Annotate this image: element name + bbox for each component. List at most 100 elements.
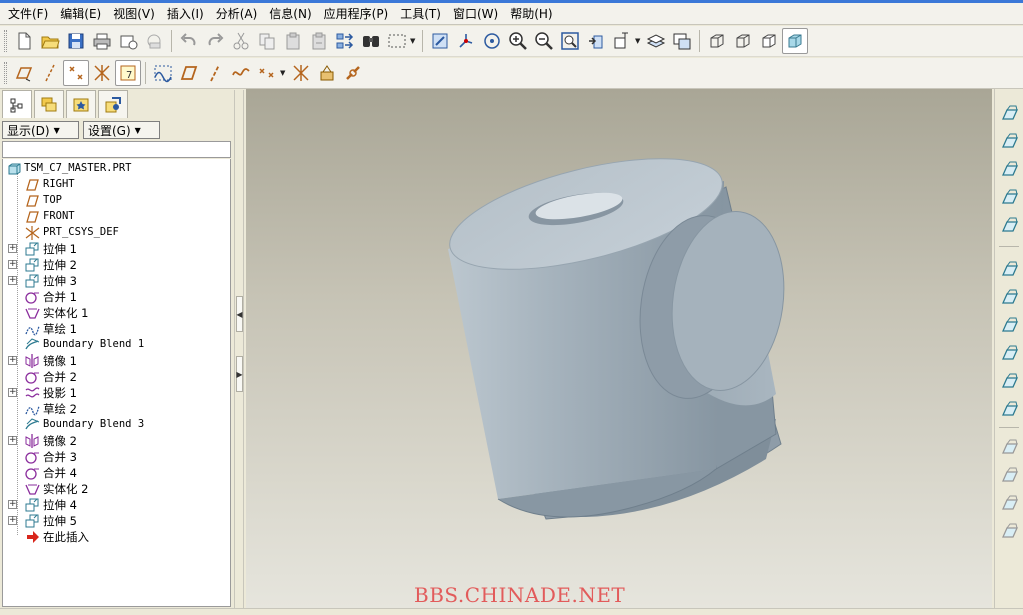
connections-tab[interactable] xyxy=(98,90,128,118)
select-dropdown-icon[interactable]: ▼ xyxy=(410,37,418,45)
style-tool-icon[interactable] xyxy=(997,369,1022,394)
tree-item[interactable]: FRONT xyxy=(3,209,231,225)
expand-toggle-icon[interactable]: + xyxy=(8,276,17,285)
tree-item[interactable]: + 镜像 2 xyxy=(3,433,231,449)
menu-tools[interactable]: 工具(T) xyxy=(394,4,447,24)
tree-item[interactable]: 合并 2 xyxy=(3,369,231,385)
expand-toggle-icon[interactable]: + xyxy=(8,356,17,365)
toolbar-grip[interactable] xyxy=(4,30,7,52)
part-model-3d[interactable] xyxy=(246,89,992,608)
datum-planes-icon[interactable] xyxy=(11,60,37,86)
zoom-in-icon[interactable] xyxy=(505,28,531,54)
open-folder-icon[interactable] xyxy=(37,28,63,54)
graphics-window[interactable]: BBS.CHINADE.NET xyxy=(246,89,992,608)
analysis-feature-icon[interactable] xyxy=(314,60,340,86)
tree-item[interactable]: + 镜像 1 xyxy=(3,353,231,369)
wireframe-icon[interactable] xyxy=(704,28,730,54)
tree-item[interactable]: RIGHT xyxy=(3,177,231,193)
extrude-tool-icon[interactable] xyxy=(997,257,1022,282)
tree-item[interactable]: + 投影 1 xyxy=(3,385,231,401)
regenerate-icon[interactable] xyxy=(332,28,358,54)
expand-toggle-icon[interactable]: + xyxy=(8,516,17,525)
expand-right-handle[interactable]: ▶ xyxy=(236,356,243,392)
coordinate-systems-icon[interactable] xyxy=(89,60,115,86)
rib-tool-icon[interactable] xyxy=(997,157,1022,182)
datum-point-tool-icon[interactable] xyxy=(254,60,280,86)
annotations-icon[interactable]: 7 xyxy=(115,60,141,86)
expand-toggle-icon[interactable]: + xyxy=(8,500,17,509)
send-mail-icon[interactable] xyxy=(115,28,141,54)
datum-curve-tool-icon[interactable] xyxy=(228,60,254,86)
boundary-blend-tool-icon[interactable] xyxy=(997,341,1022,366)
menu-info[interactable]: 信息(N) xyxy=(263,4,317,24)
repaint-icon[interactable] xyxy=(427,28,453,54)
datum-axes-icon[interactable] xyxy=(37,60,63,86)
tree-item[interactable]: Boundary Blend 1 xyxy=(3,337,231,353)
view-manager-icon[interactable] xyxy=(669,28,695,54)
menu-window[interactable]: 窗口(W) xyxy=(447,4,504,24)
saved-views-dropdown-icon[interactable]: ▼ xyxy=(635,37,643,45)
tree-item[interactable]: + 拉伸 3 xyxy=(3,273,231,289)
tree-item[interactable]: 合并 1 xyxy=(3,289,231,305)
menu-insert[interactable]: 插入(I) xyxy=(161,4,210,24)
hole-tool-icon[interactable] xyxy=(997,101,1022,126)
hidden-line-icon[interactable] xyxy=(730,28,756,54)
tree-item[interactable]: + 拉伸 1 xyxy=(3,241,231,257)
tree-item[interactable]: 草绘 2 xyxy=(3,401,231,417)
chamfer-tool-icon[interactable] xyxy=(997,397,1022,422)
datum-points-icon[interactable] xyxy=(63,60,89,86)
spin-center-icon[interactable] xyxy=(453,28,479,54)
layers-icon[interactable] xyxy=(643,28,669,54)
expand-toggle-icon[interactable]: + xyxy=(8,260,17,269)
csys-tool-icon[interactable] xyxy=(288,60,314,86)
favorites-tab[interactable] xyxy=(66,90,96,118)
chain-icon[interactable] xyxy=(340,60,366,86)
toolbar-grip[interactable] xyxy=(4,62,7,84)
undo-icon[interactable] xyxy=(176,28,202,54)
paste-icon[interactable] xyxy=(280,28,306,54)
datum-point-dropdown-icon[interactable]: ▼ xyxy=(280,69,288,77)
model-tree-tab[interactable] xyxy=(2,90,32,118)
tree-item[interactable]: + 拉伸 4 xyxy=(3,497,231,513)
tree-root[interactable]: TSM_C7_MASTER.PRT xyxy=(3,161,231,177)
draft-tool-icon[interactable] xyxy=(997,185,1022,210)
save-icon[interactable] xyxy=(63,28,89,54)
datum-plane-tool-icon[interactable] xyxy=(176,60,202,86)
tree-item[interactable]: 在此插入 xyxy=(3,529,231,545)
expand-toggle-icon[interactable]: + xyxy=(8,244,17,253)
reorient-icon[interactable] xyxy=(583,28,609,54)
tree-item[interactable]: 草绘 1 xyxy=(3,321,231,337)
revolve-tool-icon[interactable] xyxy=(997,285,1022,310)
shading-icon[interactable] xyxy=(782,28,808,54)
tree-item[interactable]: 实体化 1 xyxy=(3,305,231,321)
expand-toggle-icon[interactable]: + xyxy=(8,436,17,445)
print-icon[interactable] xyxy=(89,28,115,54)
tree-search-field[interactable] xyxy=(2,141,231,158)
redo-icon[interactable] xyxy=(202,28,228,54)
find-icon[interactable] xyxy=(358,28,384,54)
sketch-tool-icon[interactable] xyxy=(150,60,176,86)
menu-help[interactable]: 帮助(H) xyxy=(504,4,558,24)
round-tool-icon[interactable] xyxy=(997,213,1022,238)
zoom-out-icon[interactable] xyxy=(531,28,557,54)
menu-view[interactable]: 视图(V) xyxy=(107,4,161,24)
settings-button[interactable]: 设置(G) ▼ xyxy=(83,121,160,139)
tree-item[interactable]: 实体化 2 xyxy=(3,481,231,497)
merge-tool-icon[interactable] xyxy=(997,463,1022,488)
menu-edit[interactable]: 编辑(E) xyxy=(54,4,107,24)
collapse-left-handle[interactable]: ◀ xyxy=(236,296,243,332)
menu-analysis[interactable]: 分析(A) xyxy=(210,4,264,24)
select-box-icon[interactable] xyxy=(384,28,410,54)
layers-tab[interactable] xyxy=(34,90,64,118)
tree-item[interactable]: 合并 4 xyxy=(3,465,231,481)
send-mail-icon-2[interactable] xyxy=(141,28,167,54)
tree-item[interactable]: 合并 3 xyxy=(3,449,231,465)
mirror-tool-icon[interactable] xyxy=(997,435,1022,460)
tree-item[interactable]: TOP xyxy=(3,193,231,209)
tree-item[interactable]: Boundary Blend 3 xyxy=(3,417,231,433)
expand-toggle-icon[interactable]: + xyxy=(8,388,17,397)
paste-special-icon[interactable] xyxy=(306,28,332,54)
tree-item[interactable]: + 拉伸 5 xyxy=(3,513,231,529)
trim-tool-icon[interactable] xyxy=(997,491,1022,516)
tree-item[interactable]: + 拉伸 2 xyxy=(3,257,231,273)
